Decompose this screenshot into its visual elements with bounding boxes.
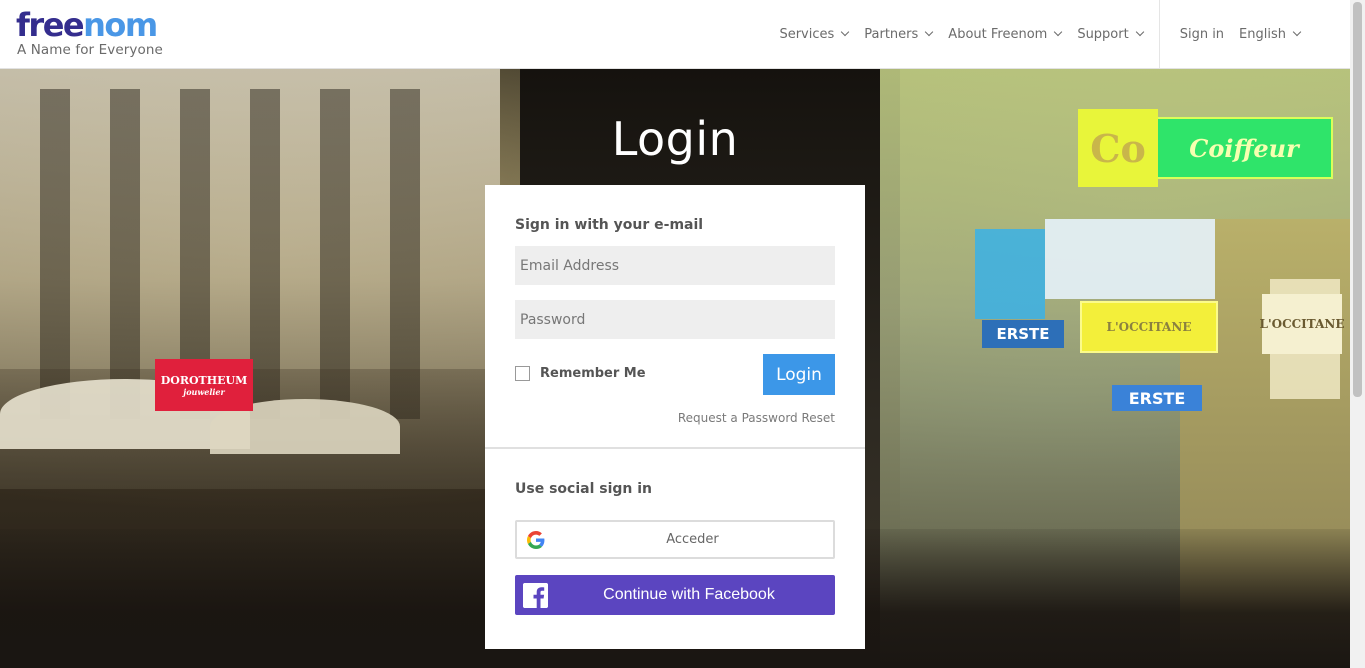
nav-about-label: About Freenom [948, 26, 1048, 42]
main-nav: Services Partners About Freenom Support … [763, 0, 1302, 68]
nav-language[interactable]: English [1239, 26, 1302, 42]
nav-language-label: English [1239, 26, 1286, 42]
site-header: freenom A Name for Everyone Services Par… [0, 0, 1350, 69]
nav-services[interactable]: Services [779, 26, 850, 42]
nav-partners[interactable]: Partners [864, 26, 934, 42]
nav-divider [1158, 0, 1160, 68]
login-button[interactable]: Login [763, 354, 835, 395]
hero-sign: L'OCCITANE [1080, 301, 1218, 353]
freenom-logo[interactable]: freenom A Name for Everyone [16, 9, 163, 58]
logo-text-free: free [16, 6, 85, 44]
nav-support-label: Support [1077, 26, 1129, 42]
chevron-down-icon [1292, 27, 1302, 37]
nav-sign-in-label: Sign in [1179, 26, 1225, 42]
page-scrollbar[interactable] [1350, 0, 1365, 668]
email-section-title: Sign in with your e-mail [515, 217, 704, 233]
facebook-sign-in-label: Continue with Facebook [603, 586, 775, 603]
chevron-down-icon [1135, 27, 1144, 37]
scrollbar-thumb[interactable] [1353, 2, 1362, 397]
logo-tagline: A Name for Everyone [17, 42, 163, 58]
hero-sign: ERSTE [982, 320, 1064, 348]
password-reset-link[interactable]: Request a Password Reset [678, 411, 835, 425]
social-section-title: Use social sign in [515, 481, 652, 497]
remember-me[interactable]: Remember Me [515, 366, 646, 381]
nav-partners-label: Partners [864, 26, 919, 42]
logo-text-nom: nom [83, 6, 158, 44]
chevron-down-icon [841, 27, 850, 37]
chevron-down-icon [1054, 27, 1063, 37]
password-input[interactable] [515, 300, 835, 339]
facebook-sign-in-button[interactable]: Continue with Facebook [515, 575, 835, 615]
remember-me-label: Remember Me [540, 366, 646, 381]
google-sign-in-button[interactable]: Acceder [515, 520, 835, 559]
page-title: Login [611, 112, 739, 166]
nav-services-label: Services [779, 26, 835, 42]
google-sign-in-label: Acceder [666, 532, 719, 547]
nav-sign-in[interactable]: Sign in [1180, 27, 1224, 42]
remember-me-checkbox[interactable] [515, 366, 530, 381]
section-divider [485, 447, 865, 449]
hero-sign: ERSTE [1112, 385, 1202, 411]
login-card: Sign in with your e-mail Remember Me Log… [485, 185, 865, 649]
hero-sign: L'OCCITANE [1260, 294, 1345, 354]
nav-support[interactable]: Support [1077, 26, 1144, 42]
email-input[interactable] [515, 246, 835, 285]
hero-sign: DOROTHEUM jouwelier [155, 359, 253, 411]
chevron-down-icon [925, 27, 934, 37]
nav-about[interactable]: About Freenom [948, 26, 1063, 42]
